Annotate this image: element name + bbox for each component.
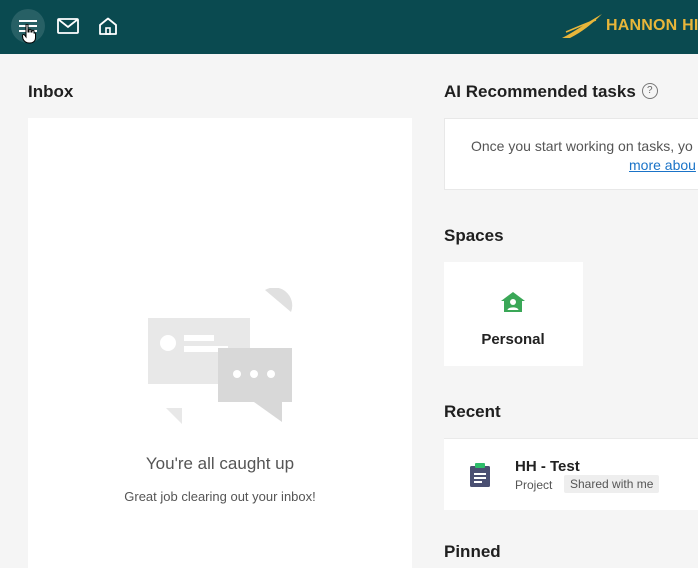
home-icon xyxy=(99,17,117,35)
personal-space-icon xyxy=(501,292,525,312)
ai-tasks-message: Once you start working on tasks, yo xyxy=(471,138,693,154)
pinned-title: Pinned xyxy=(444,542,501,561)
recent-item-type: Project xyxy=(515,478,553,492)
home-button[interactable] xyxy=(91,9,125,43)
project-clipboard-icon xyxy=(470,463,490,487)
help-icon[interactable]: ? xyxy=(641,82,658,99)
ai-tasks-title: AI Recommended tasks? xyxy=(444,82,658,102)
logo-swoosh-icon xyxy=(562,14,602,38)
company-logo: HANNON HI xyxy=(562,12,698,40)
top-navigation-bar: HANNON HI xyxy=(0,0,698,54)
recent-item[interactable]: HH - Test Project Shared with me xyxy=(444,438,698,510)
recent-title: Recent xyxy=(444,402,501,421)
mail-button[interactable] xyxy=(51,9,85,43)
recent-item-name: HH - Test xyxy=(515,458,580,475)
hand-cursor-icon xyxy=(22,24,36,44)
spaces-title: Spaces xyxy=(444,226,504,245)
logo-text: HANNON HI xyxy=(606,17,698,34)
ai-tasks-title-text: AI Recommended tasks xyxy=(444,82,636,101)
learn-more-link[interactable]: more abou xyxy=(629,157,696,173)
shared-badge: Shared with me xyxy=(564,475,660,493)
empty-inbox-subtitle: Great job clearing out your inbox! xyxy=(124,489,316,504)
empty-inbox-illustration xyxy=(148,288,293,424)
inbox-panel: You're all caught up Great job clearing … xyxy=(28,118,412,568)
space-card-personal[interactable]: Personal xyxy=(444,262,583,366)
empty-inbox-title: You're all caught up xyxy=(145,454,295,473)
mail-icon xyxy=(57,18,79,34)
space-label: Personal xyxy=(481,331,545,348)
inbox-title: Inbox xyxy=(28,82,74,101)
ai-tasks-card: Once you start working on tasks, yo more… xyxy=(444,118,698,190)
